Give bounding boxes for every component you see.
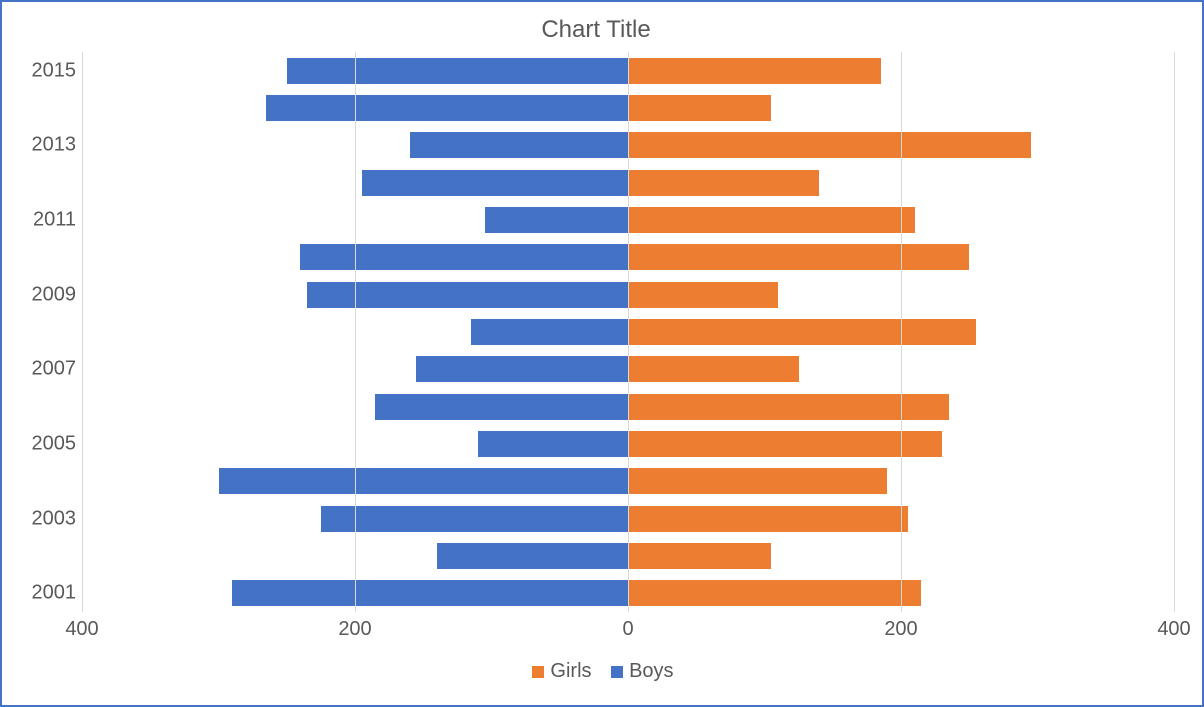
legend-label-girls: Girls	[550, 660, 591, 682]
bar-girls	[628, 244, 969, 270]
x-tick-label: 200	[884, 618, 917, 641]
chart-title: Chart Title	[18, 16, 1174, 44]
bar-boys	[410, 132, 628, 158]
bar-girls	[628, 543, 771, 569]
legend: Girls Boys	[18, 660, 1174, 683]
chart-frame: Chart Title 2001 2003 2005 2007 2009 2011 2013…	[0, 0, 1204, 707]
y-tick-label: 2013	[32, 134, 77, 157]
bar-boys	[287, 58, 628, 84]
plot-area	[82, 52, 1174, 612]
grid-line	[901, 52, 902, 612]
bar-girls	[628, 580, 921, 606]
grid-line	[628, 52, 629, 612]
bar-girls	[628, 58, 881, 84]
bar-girls	[628, 431, 942, 457]
bar-girls	[628, 170, 819, 196]
y-tick-label: 2015	[32, 59, 77, 82]
bar-boys	[362, 170, 628, 196]
bar-boys	[219, 468, 629, 494]
bar-boys	[321, 506, 628, 532]
y-tick-label: 2009	[32, 283, 77, 306]
grid-line	[355, 52, 356, 612]
legend-label-boys: Boys	[629, 660, 673, 682]
bar-boys	[485, 207, 628, 233]
x-tick-label: 400	[1157, 618, 1190, 641]
bar-boys	[471, 319, 628, 345]
plot-area-wrap: 2001 2003 2005 2007 2009 2011 2013 2015	[18, 52, 1174, 612]
x-tick-label: 400	[65, 618, 98, 641]
y-tick-label: 2007	[32, 358, 77, 381]
bar-boys	[375, 394, 628, 420]
bar-boys	[416, 356, 628, 382]
legend-swatch-boys	[611, 666, 623, 678]
bar-girls	[628, 95, 771, 121]
bar-girls	[628, 506, 908, 532]
bar-boys	[437, 543, 628, 569]
x-tick-label: 200	[338, 618, 371, 641]
bar-girls	[628, 468, 887, 494]
bar-girls	[628, 319, 976, 345]
y-tick-label: 2011	[33, 209, 76, 232]
bar-girls	[628, 356, 799, 382]
x-tick-label: 0	[622, 618, 633, 641]
y-tick-label: 2005	[32, 433, 77, 456]
grid-line	[1174, 52, 1175, 612]
bar-boys	[300, 244, 628, 270]
bar-girls	[628, 132, 1031, 158]
legend-swatch-girls	[532, 666, 544, 678]
y-tick-label: 2001	[32, 582, 77, 605]
bar-girls	[628, 282, 778, 308]
bar-girls	[628, 207, 915, 233]
y-axis: 2001 2003 2005 2007 2009 2011 2013 2015	[18, 52, 82, 612]
y-tick-label: 2003	[32, 507, 77, 530]
grid-line	[82, 52, 83, 612]
bar-boys	[478, 431, 628, 457]
x-axis: 4002000200400	[82, 614, 1174, 646]
bar-boys	[266, 95, 628, 121]
bar-boys	[232, 580, 628, 606]
